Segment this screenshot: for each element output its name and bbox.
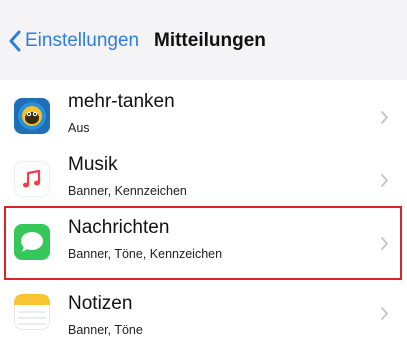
chevron-right-icon: [381, 307, 388, 320]
back-button-label: Einstellungen: [25, 30, 140, 51]
list-item-subtitle: Banner, Töne, Kennzeichen: [68, 247, 223, 261]
page-title: Mitteilungen: [154, 30, 266, 51]
list-item-notizen[interactable]: Notizen Banner, Töne: [0, 280, 407, 343]
chevron-right-icon: [381, 111, 388, 124]
list-item-nachrichten[interactable]: Nachrichten Banner, Töne, Kennzeichen: [0, 206, 407, 282]
list-item-title: Nachrichten: [68, 217, 170, 238]
mehr-tanken-app-icon: [14, 98, 50, 134]
list-item-title: mehr-tanken: [68, 91, 175, 112]
list-item-subtitle: Aus: [68, 121, 90, 135]
chevron-left-icon: [9, 30, 21, 52]
list-item-subtitle: Banner, Töne: [68, 323, 143, 337]
music-note-icon: [14, 161, 50, 197]
notes-app-icon: [14, 294, 50, 330]
list-item-title: Notizen: [68, 293, 133, 314]
messages-bubble-icon: [14, 224, 50, 260]
list-item-title: Musik: [68, 154, 118, 175]
back-button[interactable]: Einstellungen: [8, 30, 139, 52]
chevron-right-icon: [381, 237, 388, 250]
navigation-bar: Einstellungen Mitteilungen: [0, 0, 407, 81]
list-item-subtitle: Banner, Kennzeichen: [68, 184, 187, 198]
chevron-right-icon: [381, 174, 388, 187]
